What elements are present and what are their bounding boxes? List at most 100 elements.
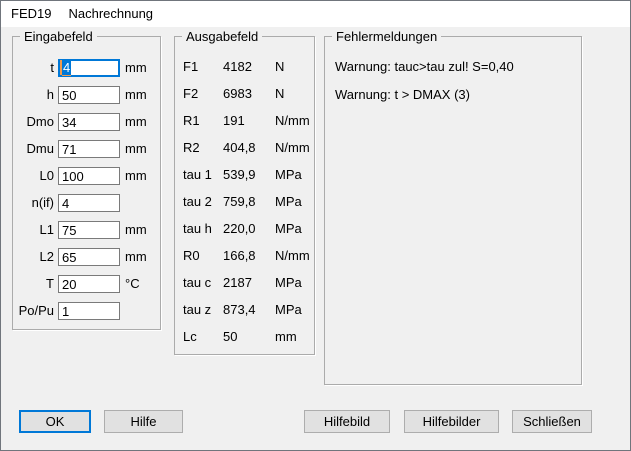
input-row-h: h mm [13,86,160,104]
hilfebilder-button[interactable]: Hilfebilder [404,410,499,433]
output-unit: MPa [275,275,302,291]
output-row: tau 1 539,9 MPa [175,167,314,183]
output-name: R2 [183,140,200,156]
output-row: F1 4182 N [175,59,314,75]
output-unit: N/mm [275,113,310,129]
l1-input[interactable] [58,221,120,239]
l2-unit-label: mm [125,248,147,266]
input-row-popu: Po/Pu [13,302,160,320]
input-row-l0: L0 mm [13,167,160,185]
output-unit: N [275,59,284,75]
output-name: F1 [183,59,198,75]
output-name: Lc [183,329,197,345]
output-row: tau 2 759,8 MPa [175,194,314,210]
output-row: tau h 220,0 MPa [175,221,314,237]
output-row: tau c 2187 MPa [175,275,314,291]
l2-label: L2 [13,248,54,266]
schliessen-button[interactable]: Schließen [512,410,592,433]
output-value: 759,8 [223,194,256,210]
dmo-unit-label: mm [125,113,147,131]
ausgabefeld-group: Ausgabefeld F1 4182 N F2 6983 N R1 191 N… [174,36,315,355]
output-row: R2 404,8 N/mm [175,140,314,156]
input-row-l2: L2 mm [13,248,160,266]
dmu-unit-label: mm [125,140,147,158]
l0-label: L0 [13,167,54,185]
output-unit: MPa [275,194,302,210]
l0-input[interactable] [58,167,120,185]
eingabefeld-group: Eingabefeld t 4 mm h mm Dmo mm Dmu mm L0… [12,36,161,330]
input-row-l1: L1 mm [13,221,160,239]
input-row-temp: T °C [13,275,160,293]
output-value: 2187 [223,275,252,291]
output-unit: MPa [275,167,302,183]
output-row: tau z 873,4 MPa [175,302,314,318]
output-unit: mm [275,329,297,345]
l1-unit-label: mm [125,221,147,239]
t-input[interactable]: 4 [58,59,120,77]
l0-unit-label: mm [125,167,147,185]
output-value: 4182 [223,59,252,75]
dmo-input[interactable] [58,113,120,131]
output-unit: MPa [275,302,302,318]
output-value: 220,0 [223,221,256,237]
dmo-label: Dmo [13,113,54,131]
output-name: tau c [183,275,211,291]
output-name: tau 2 [183,194,212,210]
output-name: F2 [183,86,198,102]
hilfe-button[interactable]: Hilfe [104,410,183,433]
dialog-window: FED19 Nachrechnung Eingabefeld t 4 mm h m… [0,0,631,451]
input-row-dmu: Dmu mm [13,140,160,158]
output-name: R1 [183,113,200,129]
input-row-t: t 4 mm [13,59,160,77]
fehlermeldungen-group: Fehlermeldungen Warnung: tauc>tau zul! S… [324,36,582,385]
app-title: FED19 [11,6,51,21]
input-row-dmo: Dmo mm [13,113,160,131]
ok-button[interactable]: OK [19,410,91,433]
output-value: 873,4 [223,302,256,318]
output-name: tau h [183,221,212,237]
fehlermeldungen-legend: Fehlermeldungen [332,30,441,43]
l1-label: L1 [13,221,54,239]
h-input[interactable] [58,86,120,104]
t-unit-label: mm [125,59,147,77]
h-label: h [13,86,54,104]
output-name: R0 [183,248,200,264]
temp-unit-label: °C [125,275,140,293]
output-value: 50 [223,329,237,345]
output-unit: N/mm [275,140,310,156]
popu-input[interactable] [58,302,120,320]
nif-input[interactable] [58,194,120,212]
temp-label: T [13,275,54,293]
temp-input[interactable] [58,275,120,293]
output-unit: N [275,86,284,102]
output-value: 539,9 [223,167,256,183]
output-row: Lc 50 mm [175,329,314,345]
input-row-nif: n(if) [13,194,160,212]
output-name: tau 1 [183,167,212,183]
l2-input[interactable] [58,248,120,266]
hilfebild-button[interactable]: Hilfebild [304,410,390,433]
output-value: 166,8 [223,248,256,264]
dmu-input[interactable] [58,140,120,158]
h-unit-label: mm [125,86,147,104]
selected-text: 4 [62,60,71,75]
output-row: R1 191 N/mm [175,113,314,129]
output-value: 404,8 [223,140,256,156]
nif-label: n(if) [13,194,54,212]
dialog-title: Nachrechnung [68,6,153,21]
backdrop-window-edge-top [553,0,631,1]
output-unit: N/mm [275,248,310,264]
output-value: 6983 [223,86,252,102]
output-unit: MPa [275,221,302,237]
output-row: R0 166,8 N/mm [175,248,314,264]
t-label: t [13,59,54,77]
output-name: tau z [183,302,211,318]
popu-label: Po/Pu [13,302,54,320]
eingabefeld-legend: Eingabefeld [20,30,97,43]
dmu-label: Dmu [13,140,54,158]
warning-message: Warnung: t > DMAX (3) [335,87,470,103]
title-bar[interactable]: FED19 Nachrechnung [1,1,630,27]
warning-message: Warnung: tauc>tau zul! S=0,40 [335,59,514,75]
output-row: F2 6983 N [175,86,314,102]
output-value: 191 [223,113,245,129]
